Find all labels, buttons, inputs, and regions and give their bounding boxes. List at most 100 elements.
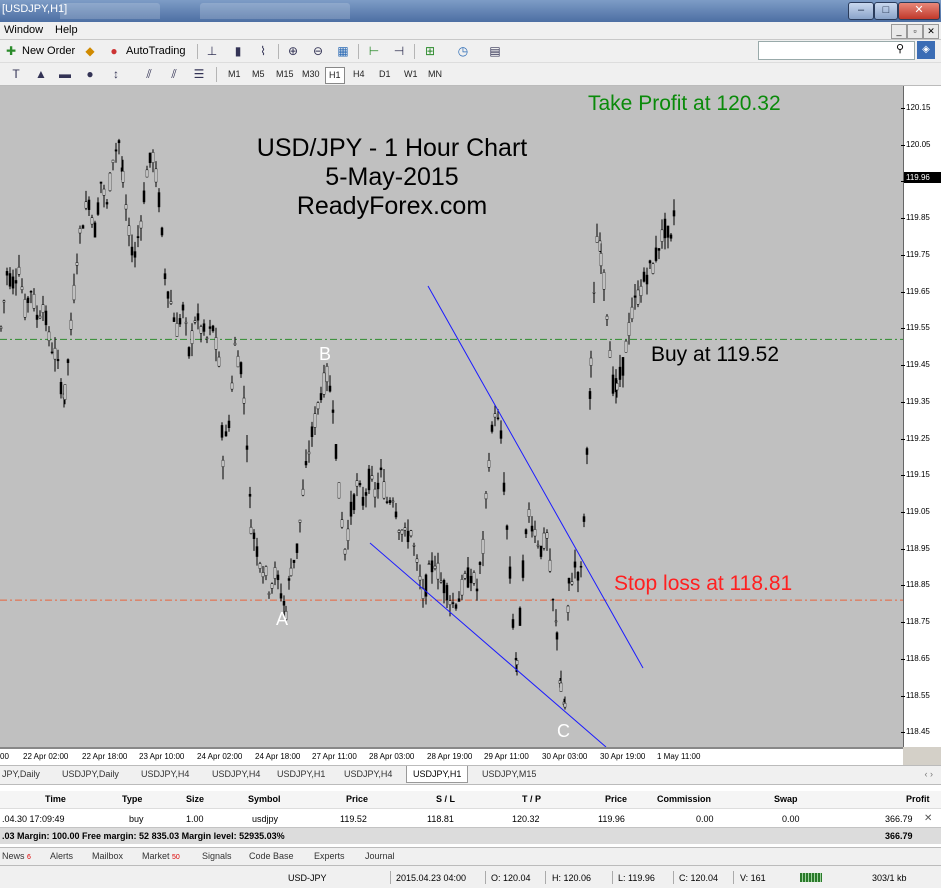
mdi-restore-button[interactable]: ▫ [907,24,923,39]
col-tp[interactable]: T / P [522,794,541,804]
col-swap[interactable]: Swap [774,794,798,804]
col-size[interactable]: Size [186,794,204,804]
col-type[interactable]: Type [122,794,142,804]
candle-body [181,304,185,311]
new-order-button[interactable]: New Order [22,43,75,59]
indicators-icon[interactable]: ⊞ [422,44,438,58]
tab-journal[interactable]: Journal [365,851,395,861]
search-input[interactable] [758,41,915,60]
tab-mailbox[interactable]: Mailbox [92,851,123,861]
new-order-icon[interactable]: ✚ [3,44,19,58]
order-symbol: usdjpy [252,814,279,824]
timeframe-mn[interactable]: MN [425,67,445,82]
zoom-out-icon[interactable]: ⊖ [310,44,326,58]
price-chart[interactable]: USD/JPY - 1 Hour Chart 5-May-2015 ReadyF… [0,86,903,748]
line-chart-icon[interactable]: ⌇ [255,44,271,58]
col-price[interactable]: Price [346,794,368,804]
minimize-button[interactable]: – [848,2,874,20]
browser-tab-ghost [200,3,350,19]
chart-tab[interactable]: USDJPY,H4 [344,769,392,779]
order-tp[interactable]: 120.32 [512,814,540,824]
timeframe-h1[interactable]: H1 [325,67,345,84]
mdi-minimize-button[interactable]: _ [891,24,907,39]
timeframe-h4[interactable]: H4 [350,67,368,82]
candle-body [316,402,320,410]
tab-alerts[interactable]: Alerts [50,851,73,861]
lower-trendline[interactable] [369,542,607,747]
candle-body [276,574,280,581]
candle-body [121,170,125,183]
candle-body [457,598,461,602]
mdi-close-button[interactable]: ✕ [923,24,939,39]
col-profit[interactable]: Profit [906,794,930,804]
arrows-tool-icon[interactable]: ↕ [108,67,124,81]
bar-chart-icon[interactable]: ⊥ [204,44,220,58]
tab-experts[interactable]: Experts [314,851,345,861]
chart-tab[interactable]: USDJPY,Daily [62,769,119,779]
chart-tab[interactable]: USDJPY,H4 [212,769,260,779]
chart-tab[interactable]: USDJPY,H4 [141,769,189,779]
maximize-button[interactable]: □ [874,2,898,20]
text-tool-icon[interactable]: T [8,67,24,81]
periods-icon[interactable]: ◷ [455,44,471,58]
tab-news[interactable]: News 6 [2,851,31,861]
experts-icon[interactable]: ◆ [82,44,98,58]
candle-body [184,321,188,324]
timeframe-m15[interactable]: M15 [273,67,297,82]
candle-body [585,448,589,455]
timeframe-w1[interactable]: W1 [401,67,421,82]
chart-tab[interactable]: USDJPY,H1 [277,769,325,779]
col-symbol[interactable]: Symbol [248,794,281,804]
stop-loss-label: Stop loss at 118.81 [614,572,793,595]
rectangle-tool-icon[interactable]: ▬ [57,67,73,81]
col-sl[interactable]: S / L [436,794,455,804]
timeframe-m5[interactable]: M5 [249,67,268,82]
col-price-current[interactable]: Price [605,794,627,804]
triangle-tool-icon[interactable]: ▲ [33,67,49,81]
tab-market[interactable]: Market 50 [142,851,180,861]
tab-scroll-arrows[interactable]: ‹ › [925,769,934,779]
tab-signals[interactable]: Signals [202,851,232,861]
close-button[interactable]: ✕ [898,2,940,20]
zoom-in-icon[interactable]: ⊕ [285,44,301,58]
upper-trendline[interactable] [427,285,644,669]
search-icon[interactable]: ⚲ [896,42,904,55]
menu-help[interactable]: Help [55,24,78,36]
pitchfork-tool-icon[interactable]: ⫽ [166,67,182,81]
order-sl[interactable]: 118.81 [427,814,454,824]
connection-icon[interactable] [800,873,822,882]
order-time[interactable]: .04.30 17:09:49 [2,814,65,824]
candle-body [130,246,134,256]
ellipse-tool-icon[interactable]: ● [82,67,98,81]
tab-code-base[interactable]: Code Base [249,851,294,861]
autotrading-icon[interactable]: ● [106,44,122,58]
candle-body [17,266,21,275]
col-commission[interactable]: Commission [657,794,711,804]
community-icon[interactable]: ◈ [917,41,935,59]
autotrading-button[interactable]: AutoTrading [126,43,186,59]
chart-tab[interactable]: JPY,Daily [2,769,40,779]
channel-tool-icon[interactable]: ⫽ [141,67,157,81]
chart-tab-active[interactable]: USDJPY,H1 [406,766,469,783]
candle-body [542,532,546,549]
candle-body [313,413,317,428]
chart-tab[interactable]: USDJPY,M15 [482,769,536,779]
fibonacci-tool-icon[interactable]: ☰ [191,67,207,81]
status-traffic: 303/1 kb [872,873,907,883]
chart-shift-icon[interactable]: ⊣ [391,44,407,58]
auto-scroll-icon[interactable]: ⊢ [366,44,382,58]
templates-icon[interactable]: ▤ [487,44,503,58]
menu-window[interactable]: Window [4,24,43,36]
candlestick-icon[interactable]: ▮ [230,44,246,58]
candle-body [90,217,94,225]
col-time[interactable]: Time [45,794,66,804]
close-order-icon[interactable]: ✕ [924,813,932,824]
time-axis: 00 22 Apr 02:00 22 Apr 18:00 23 Apr 10:0… [0,748,903,766]
tile-windows-icon[interactable]: ▦ [335,44,351,58]
timeframe-d1[interactable]: D1 [376,67,394,82]
candle-body [190,330,194,345]
candle-body [111,159,115,163]
timeframe-m30[interactable]: M30 [299,67,323,82]
timeframe-m1[interactable]: M1 [225,67,244,82]
candle-body [178,318,182,325]
